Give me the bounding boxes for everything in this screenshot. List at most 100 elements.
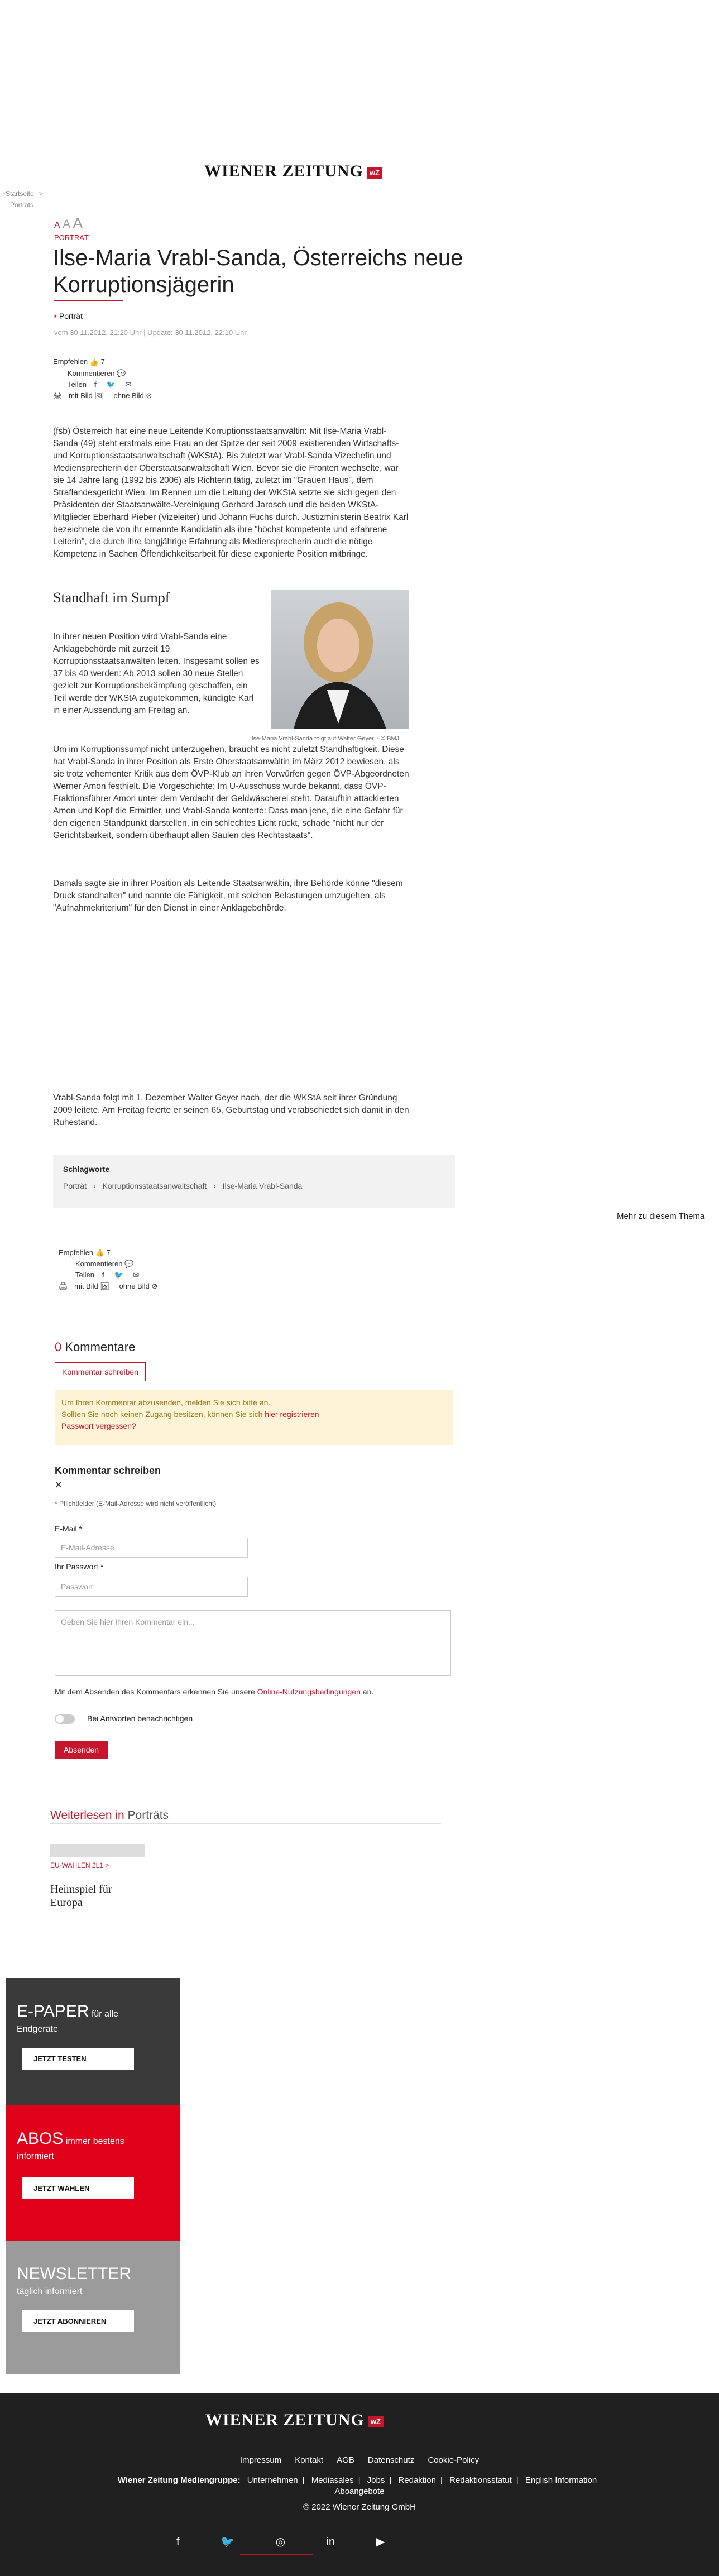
close-icon[interactable]: ✕ (55, 1479, 62, 1491)
epaper-button[interactable]: JETZT TESTEN (22, 2048, 134, 2070)
youtube-icon[interactable]: ▶ (376, 2536, 385, 2548)
article-p1: In ihrer neuen Position wird Vrabl-Sanda… (53, 632, 260, 715)
register-link[interactable]: hier registrieren (265, 1410, 319, 1419)
forgot-password-link[interactable]: Passwort vergessen? (61, 1420, 447, 1432)
site-logo[interactable]: WIENER ZEITUNG wZ (204, 162, 382, 181)
print-with-image[interactable]: mit Bild (69, 391, 93, 400)
thumbs-up-icon[interactable]: 👍 (95, 1248, 104, 1257)
teaser-image-placeholder[interactable] (50, 1844, 145, 1857)
footer-link[interactable]: Impressum (240, 2455, 281, 2465)
footer-group-link[interactable]: Aboangebote (334, 2487, 384, 2496)
speech-bubble-icon[interactable]: 💬 (124, 1260, 133, 1268)
register-text: Sollten Sie noch keinen Zugang besitzen,… (61, 1410, 265, 1419)
twitter-icon[interactable]: 🐦 (107, 380, 116, 389)
article-dates: vom 30.11.2012, 21:20 Uhr | Update: 30.1… (54, 328, 247, 337)
article-tag-label: Porträt (59, 312, 83, 320)
twitter-icon[interactable]: 🐦 (221, 2536, 234, 2548)
abos-title: ABOS (17, 2129, 64, 2148)
likes-count: 7 (106, 1248, 111, 1257)
newsletter-button[interactable]: JETZT ABONNIEREN (22, 2310, 134, 2332)
print-with-image[interactable]: mit Bild (74, 1282, 98, 1290)
abos-button[interactable]: JETZT WÄHLEN (22, 2177, 134, 2199)
keyword-item[interactable]: Porträt (63, 1181, 87, 1190)
write-comment-button[interactable]: Kommentar schreiben (55, 1362, 146, 1381)
speech-bubble-icon[interactable]: 💬 (117, 369, 126, 378)
terms-link[interactable]: Online-Nutzungsbedingungen (257, 1687, 361, 1696)
required-note: * Pflichtfelder (E-Mail-Adresse wird nic… (55, 1500, 217, 1507)
breadcrumb-current[interactable]: Porträts (10, 201, 33, 209)
font-size-large[interactable]: A (73, 214, 83, 231)
article-photo[interactable] (271, 590, 409, 729)
keyword-item[interactable]: Korruptionsstaatsanwaltschaft (102, 1181, 207, 1190)
footer-link[interactable]: Kontakt (295, 2455, 323, 2465)
print-icon[interactable]: 🖨 (59, 1282, 68, 1290)
article-intro: (fsb) Österreich hat eine neue Leitende … (53, 427, 409, 559)
twitter-icon[interactable]: 🐦 (114, 1271, 123, 1279)
newsletter-sub: täglich informiert (17, 2287, 83, 2296)
article-subhead: Standhaft im Sumpf (53, 590, 170, 606)
newsletter-box[interactable]: NEWSLETTER täglich informiert JETZT ABON… (6, 2241, 180, 2374)
article-kicker[interactable]: PORTRÄT (54, 233, 89, 242)
print-without-image[interactable]: ohne Bild (119, 1282, 150, 1290)
footer-group-link[interactable]: Redaktion (398, 2476, 436, 2485)
keyword-item[interactable]: Ilse-Maria Vrabl-Sanda (223, 1181, 303, 1190)
email-icon[interactable]: ✉ (125, 380, 131, 389)
abos-box[interactable]: ABOS immer bestens informiert JETZT WÄHL… (6, 2105, 180, 2241)
footer-logo[interactable]: WIENER ZEITUNG wZ (205, 2411, 384, 2430)
read-more-section[interactable]: Porträts (128, 1809, 169, 1822)
print-without-image[interactable]: ohne Bild (114, 391, 144, 400)
more-topic-link[interactable]: Mehr zu diesem Thema (617, 1212, 704, 1221)
title-underline (54, 300, 123, 301)
footer-group-link[interactable]: Unternehmen (247, 2476, 298, 2485)
comments-label: Kommentare (65, 1340, 136, 1354)
teaser-title[interactable]: Heimspiel für Europa (50, 1883, 140, 1909)
facebook-icon[interactable]: f (94, 380, 97, 389)
footer-group-link[interactable]: English Information (525, 2476, 597, 2485)
breadcrumb-home[interactable]: Startseite (6, 190, 34, 198)
linkedin-icon[interactable]: in (327, 2536, 335, 2548)
comment-textarea[interactable]: Geben Sie hier Ihren Kommentar ein... (55, 1610, 451, 1676)
font-size-controls: A A A (54, 214, 83, 232)
submit-button[interactable]: Absenden (55, 1741, 108, 1759)
comment-label[interactable]: Kommentieren (75, 1260, 123, 1268)
login-notice: Um Ihren Kommentar abzusenden, melden Si… (55, 1390, 453, 1445)
article-tag[interactable]: ▪ Porträt (54, 312, 83, 320)
epaper-sub: Endgeräte (17, 2024, 58, 2034)
footer-group-link[interactable]: Mediasales (311, 2476, 354, 2485)
footer-logo-badge: wZ (367, 2415, 384, 2427)
image-icon: 🖼 (100, 1282, 109, 1290)
comment-label[interactable]: Kommentieren (68, 369, 115, 377)
footer-link[interactable]: Datenschutz (368, 2455, 414, 2465)
portrait-image (294, 602, 386, 729)
article-p3: Damals sagte sie in ihrer Position als L… (53, 879, 403, 913)
comments-heading: 0 Kommentare (55, 1340, 135, 1354)
footer-group: Wiener Zeitung Mediengruppe: Unternehmen… (117, 2476, 597, 2485)
epaper-suffix: für alle (91, 2009, 118, 2019)
footer-accent-line (240, 2554, 313, 2555)
notify-label: Bei Antworten benachrichtigen (87, 1714, 193, 1723)
footer-link[interactable]: Cookie-Policy (428, 2455, 479, 2465)
terms-suffix: an. (360, 1687, 374, 1696)
footer-link[interactable]: AGB (337, 2455, 354, 2465)
abos-suffix: immer bestens (65, 2137, 124, 2146)
email-label: E-Mail * (55, 1524, 83, 1533)
password-field[interactable]: Passwort (55, 1577, 248, 1597)
teaser-kicker[interactable]: EU-WAHLEN 2L1 > (50, 1861, 109, 1869)
instagram-icon[interactable]: ◎ (276, 2536, 285, 2548)
font-size-medium[interactable]: A (63, 218, 70, 231)
epaper-box[interactable]: E-PAPER für alle Endgeräte JETZT TESTEN (6, 1978, 180, 2105)
footer-group-link[interactable]: Redaktionsstatut (449, 2476, 512, 2485)
facebook-icon[interactable]: f (176, 2536, 180, 2548)
share-bar-top: Empfehlen 👍 7 Kommentieren 💬 Teilen f 🐦 … (53, 357, 152, 400)
email-field[interactable]: E-Mail-Adresse (55, 1538, 248, 1558)
share-bar-bottom: Empfehlen 👍 7 Kommentieren 💬 Teilen f 🐦 … (59, 1248, 157, 1291)
footer-group-link[interactable]: Jobs (367, 2476, 385, 2485)
font-size-small[interactable]: A (54, 221, 60, 230)
read-more-heading: Weiterlesen in Porträts (50, 1809, 169, 1822)
notify-toggle[interactable] (55, 1714, 75, 1724)
thumbs-up-icon[interactable]: 👍 (90, 358, 99, 367)
email-icon[interactable]: ✉ (133, 1271, 139, 1279)
facebook-icon[interactable]: f (102, 1271, 104, 1279)
article-p4: Vrabl-Sanda folgt mit 1. Dezember Walter… (53, 1093, 409, 1127)
print-icon[interactable]: 🖨 (53, 391, 63, 400)
